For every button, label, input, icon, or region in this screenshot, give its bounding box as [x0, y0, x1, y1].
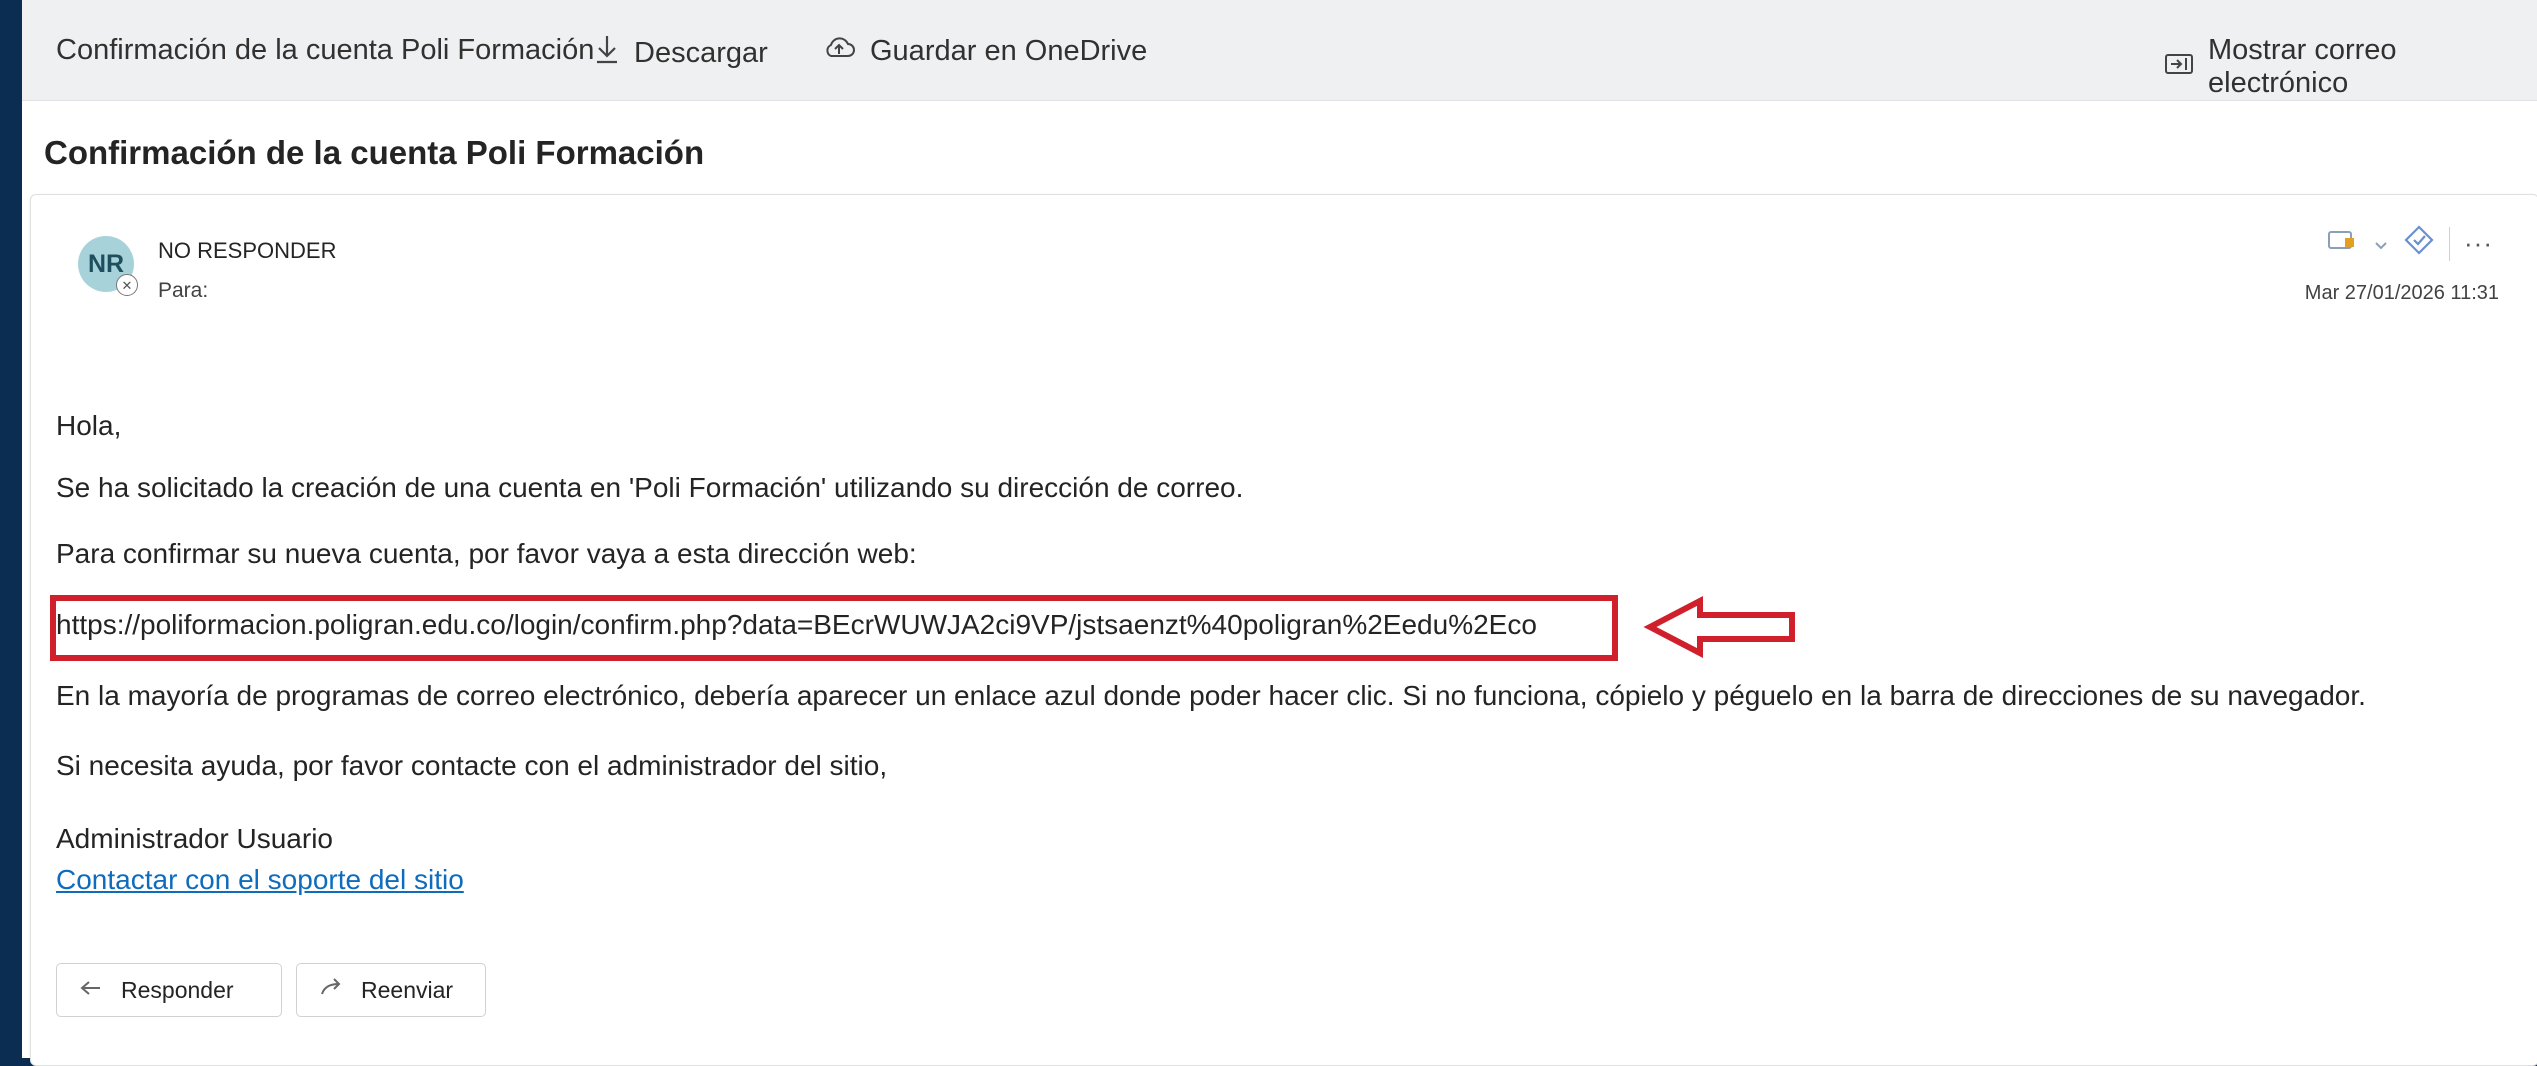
body-line-4: Si necesita ayuda, por favor contacte co…	[56, 750, 888, 781]
forward-label: Reenviar	[361, 976, 454, 1003]
chevron-down-icon[interactable]	[2373, 228, 2389, 259]
reply-label: Responder	[121, 976, 234, 1003]
attachment-toolbar: Confirmación de la cuenta Poli Formación…	[22, 0, 2537, 101]
highlight-box	[50, 595, 1618, 661]
avatar-initials: NR	[87, 249, 125, 278]
message-date: Mar 27/01/2026 11:31	[2304, 282, 2499, 304]
body-line-2: Para confirmar su nueva cuenta, por favo…	[56, 538, 917, 569]
support-link[interactable]: Contactar con el soporte del sitio	[56, 864, 464, 896]
download-label: Descargar	[634, 36, 768, 69]
body-greeting: Hola,	[56, 410, 122, 441]
save-onedrive-button[interactable]: Guardar en OneDrive	[822, 34, 1147, 68]
reply-arrow-icon	[79, 976, 103, 1004]
attachment-name: Confirmación de la cuenta Poli Formación	[56, 34, 594, 67]
forward-button[interactable]: Reenviar	[296, 963, 486, 1017]
tag-icon[interactable]	[2403, 224, 2435, 263]
cloud-upload-icon	[822, 34, 856, 68]
reading-pane-icon	[2164, 50, 2194, 84]
arrow-down-icon	[594, 34, 620, 72]
message-subject: Confirmación de la cuenta Poli Formación	[44, 134, 705, 171]
download-button[interactable]: Descargar	[594, 34, 768, 72]
signature: Administrador Usuario	[56, 823, 333, 854]
sender-name[interactable]: NO RESPONDER	[158, 238, 336, 264]
action-divider	[2449, 226, 2451, 261]
attachment-name-label: Confirmación de la cuenta Poli Formación	[56, 34, 595, 66]
email-viewer: Confirmación de la cuenta Poli Formación…	[22, 0, 2537, 1066]
red-left-arrow-icon	[1642, 595, 1812, 664]
recipient-label: Para:	[158, 279, 209, 302]
show-email-button[interactable]: Mostrar correo electrónico	[2164, 34, 2537, 100]
body-line-3: En la mayoría de programas de correo ele…	[56, 680, 2366, 711]
body-line-1: Se ha solicitado la creación de una cuen…	[56, 472, 1244, 503]
save-onedrive-label: Guardar en OneDrive	[870, 34, 1148, 67]
forward-arrow-icon	[319, 976, 343, 1004]
more-options-icon[interactable]: ···	[2464, 228, 2493, 259]
show-email-label: Mostrar correo electrónico	[2208, 34, 2397, 99]
blocked-status-icon: ✕	[116, 274, 138, 296]
reply-button[interactable]: Responder	[56, 963, 282, 1017]
message-actions: ···	[2327, 224, 2493, 263]
mark-unread-icon[interactable]	[2327, 227, 2359, 260]
